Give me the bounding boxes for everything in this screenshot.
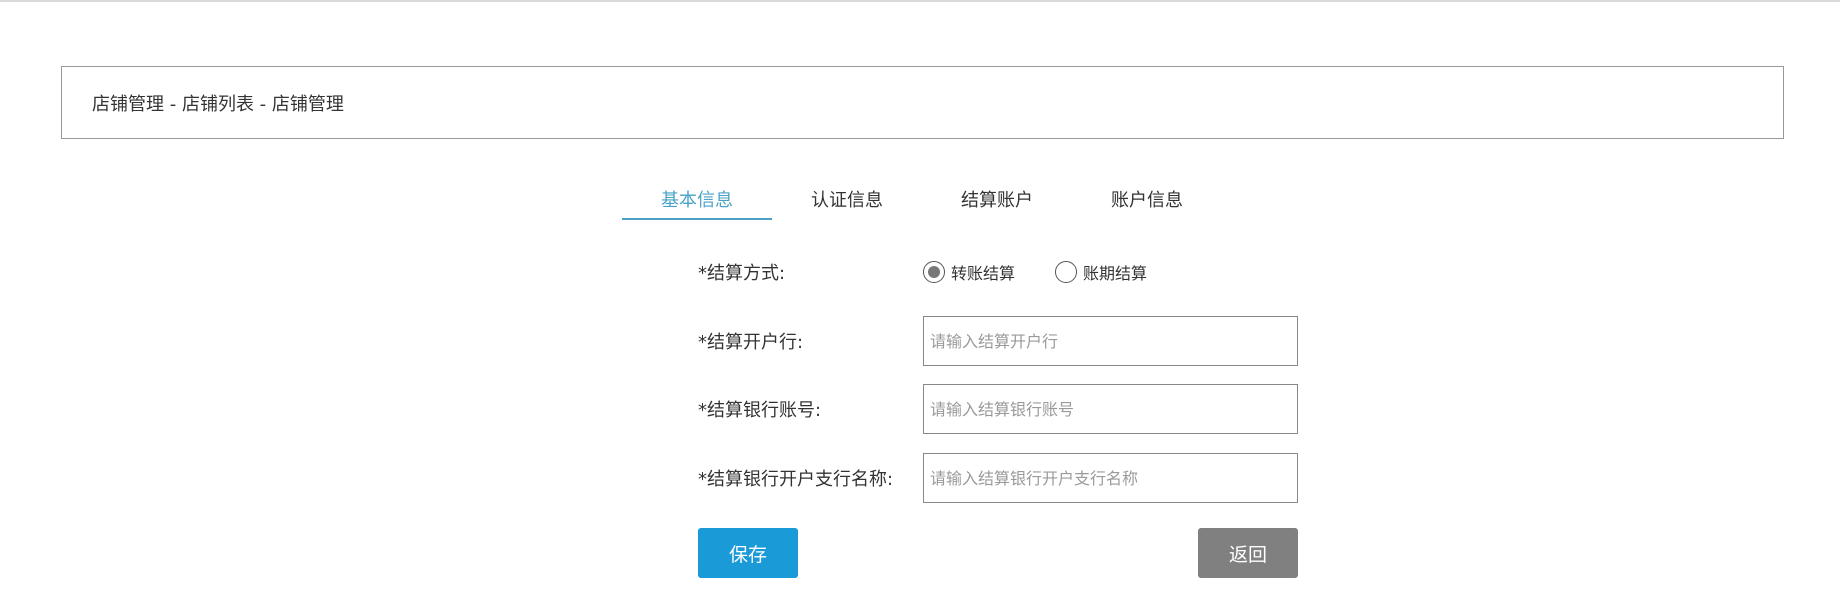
tab-certification-info[interactable]: 认证信息 (772, 178, 922, 220)
radio-option-label: 账期结算 (1083, 264, 1148, 283)
radio-dot-icon (928, 266, 940, 278)
account-number-input[interactable] (923, 384, 1298, 434)
settlement-method-label: *结算方式: (698, 263, 786, 284)
tab-settlement-account[interactable]: 结算账户 (922, 178, 1072, 220)
radio-unchecked-icon[interactable] (1055, 261, 1078, 283)
tab-label: 基本信息 (661, 190, 733, 211)
tab-label: 认证信息 (811, 190, 883, 211)
tab-label: 结算账户 (961, 190, 1033, 211)
branch-name-row: *结算银行开户支行名称: (698, 453, 1298, 503)
account-number-label: *结算银行账号: (698, 400, 822, 421)
bank-label: *结算开户行: (698, 332, 804, 353)
breadcrumb-text: 店铺管理 - 店铺列表 - 店铺管理 (92, 93, 344, 115)
branch-name-input[interactable] (923, 453, 1298, 503)
breadcrumb: 店铺管理 - 店铺列表 - 店铺管理 (61, 66, 1784, 139)
bank-input[interactable] (923, 316, 1298, 366)
account-number-row: *结算银行账号: (698, 384, 1298, 434)
tab-basic-info[interactable]: 基本信息 (622, 178, 772, 220)
radio-option-label: 转账结算 (951, 264, 1016, 283)
branch-name-label: *结算银行开户支行名称: (698, 469, 894, 490)
tab-account-info[interactable]: 账户信息 (1072, 178, 1222, 220)
settlement-method-row: *结算方式: 转账结算 账期结算 (698, 247, 1187, 297)
radio-transfer-settlement[interactable]: 转账结算 (923, 260, 1015, 284)
back-button[interactable]: 返回 (1198, 528, 1298, 578)
save-button[interactable]: 保存 (698, 528, 798, 578)
top-divider (0, 0, 1840, 2)
tab-bar: 基本信息 认证信息 结算账户 账户信息 (622, 178, 1222, 222)
radio-checked-icon[interactable] (923, 261, 945, 283)
radio-period-settlement[interactable]: 账期结算 (1055, 260, 1147, 284)
bank-row: *结算开户行: (698, 316, 1298, 366)
settlement-method-radio-group: 转账结算 账期结算 (923, 260, 1187, 284)
tab-label: 账户信息 (1111, 190, 1183, 211)
